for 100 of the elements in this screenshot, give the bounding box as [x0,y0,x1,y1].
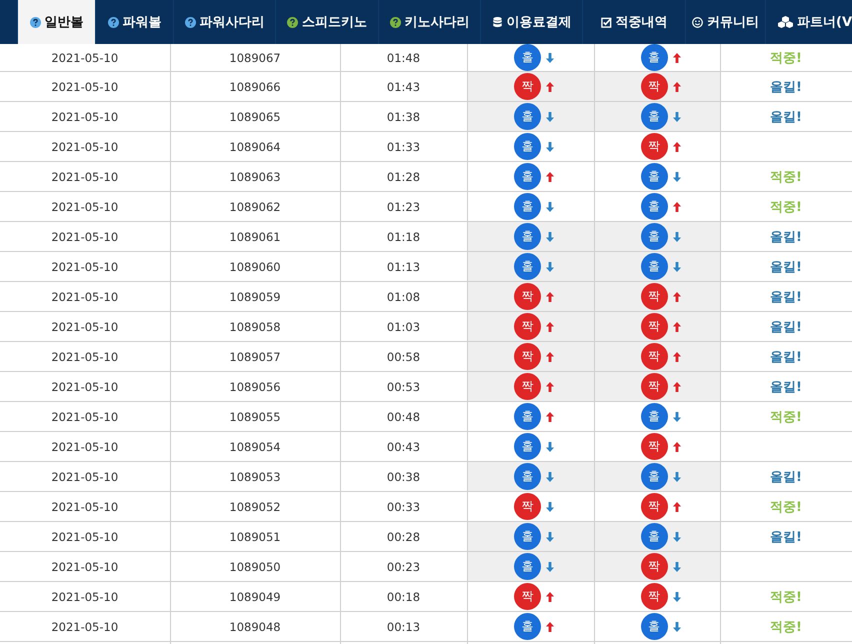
time-cell: 01:08 [340,282,467,312]
result-ball: 홀 [640,403,668,430]
hit-label: 적중! [770,590,802,604]
result-ball: 짝 [640,583,668,610]
all-kill-label: 올킬! [770,380,802,394]
round-cell: 1089055 [170,402,340,432]
time-cell: 01:03 [340,312,467,342]
date-cell: 2021-05-10 [0,312,170,342]
result-ball: 짝 [514,73,541,100]
question-circle-icon [287,16,298,28]
time-cell: 00:58 [340,342,467,372]
date-cell: 2021-05-10 [0,582,170,612]
nav-tab[interactable]: 파워사다리 [174,0,276,44]
time-cell: 01:33 [340,132,467,162]
hit-label: 적중! [770,500,802,514]
date-cell: 2021-05-10 [0,492,170,522]
result-ball: 홀 [640,163,668,190]
date-cell: 2021-05-10 [0,222,170,252]
result-ball: 짝 [640,493,668,520]
round-cell: 1089061 [170,222,340,252]
nav-tab[interactable]: 적중내역 [583,0,686,44]
result-ball: 짝 [640,343,668,370]
date-cell: 2021-05-10 [0,522,170,552]
result-ball: 짝 [640,133,668,160]
date-cell: 2021-05-10 [0,252,170,282]
date-cell: 2021-05-10 [0,162,170,192]
result-ball: 짝 [640,433,668,460]
checkbox-icon [600,16,612,28]
round-cell: 1089053 [170,462,340,492]
result-ball: 홀 [514,613,541,640]
date-cell: 2021-05-10 [0,462,170,492]
result-ball: 짝 [640,553,668,580]
nav-tab[interactable]: 이용료결제 [481,0,583,44]
result-ball: 홀 [640,253,668,280]
round-cell: 1089060 [170,252,340,282]
time-cell: 00:33 [340,492,467,522]
date-cell: 2021-05-10 [0,342,170,372]
all-kill-label: 올킬! [770,260,802,274]
round-cell: 1089056 [170,372,340,402]
time-cell: 00:18 [340,582,467,612]
result-ball: 짝 [640,73,668,100]
result-ball: 짝 [514,343,541,370]
hit-label: 적중! [770,620,802,634]
date-cell: 2021-05-10 [0,612,170,642]
result-ball: 짝 [514,583,541,610]
database-icon [492,16,502,28]
result-ball: 홀 [514,163,541,190]
round-cell: 1089057 [170,342,340,372]
result-ball: 짝 [640,283,668,310]
hit-label: 적중! [770,410,802,424]
round-cell: 1089054 [170,432,340,462]
time-cell: 00:23 [340,552,467,582]
all-kill-label: 올킬! [770,530,802,544]
result-ball: 홀 [514,223,541,250]
time-cell: 00:28 [340,522,467,552]
nav-tab[interactable]: 파트너(V [766,0,852,44]
date-cell: 2021-05-10 [0,552,170,582]
time-cell: 01:38 [340,102,467,132]
hit-label: 적중! [770,50,802,66]
time-cell: 00:53 [340,372,467,402]
result-ball: 홀 [640,523,668,550]
question-circle-icon [184,16,196,28]
time-cell: 01:18 [340,222,467,252]
round-cell: 1089051 [170,522,340,552]
date-cell: 2021-05-10 [0,432,170,462]
time-cell: 01:28 [340,162,467,192]
result-ball: 짝 [514,373,541,400]
all-kill-label: 올킬! [770,110,802,124]
date-cell: 2021-05-10 [0,282,170,312]
nav-tab[interactable]: 커뮤니티 [686,0,766,44]
result-ball: 홀 [514,103,541,130]
round-cell: 1089052 [170,492,340,522]
cubes-icon [778,16,793,28]
result-ball: 짝 [514,283,541,310]
round-cell: 1089050 [170,552,340,582]
time-cell: 00:38 [340,462,467,492]
result-ball: 홀 [640,613,668,640]
result-ball: 짝 [514,313,541,340]
question-circle-icon [30,16,40,28]
nav-tab[interactable]: 스피드키노 [276,0,379,44]
round-cell: 1089048 [170,612,340,642]
date-cell: 2021-05-10 [0,72,170,102]
time-cell: 01:23 [340,192,467,222]
time-cell: 01:48 [340,44,467,72]
smiley-icon [692,16,703,28]
round-cell: 1089063 [170,162,340,192]
result-ball: 홀 [514,193,541,220]
result-ball: 홀 [514,553,541,580]
time-cell: 00:13 [340,612,467,642]
result-ball: 홀 [514,433,541,460]
result-ball: 홀 [514,44,541,71]
nav-tab[interactable]: 일반볼 [18,0,96,44]
round-cell: 1089067 [170,44,340,72]
round-cell: 1089064 [170,132,340,162]
result-ball: 짝 [640,373,668,400]
result-ball: 홀 [640,223,668,250]
result-ball: 홀 [640,44,668,71]
nav-tab[interactable]: 파워볼 [96,0,174,44]
round-cell: 1089059 [170,282,340,312]
nav-tab[interactable]: 키노사다리 [379,0,481,44]
